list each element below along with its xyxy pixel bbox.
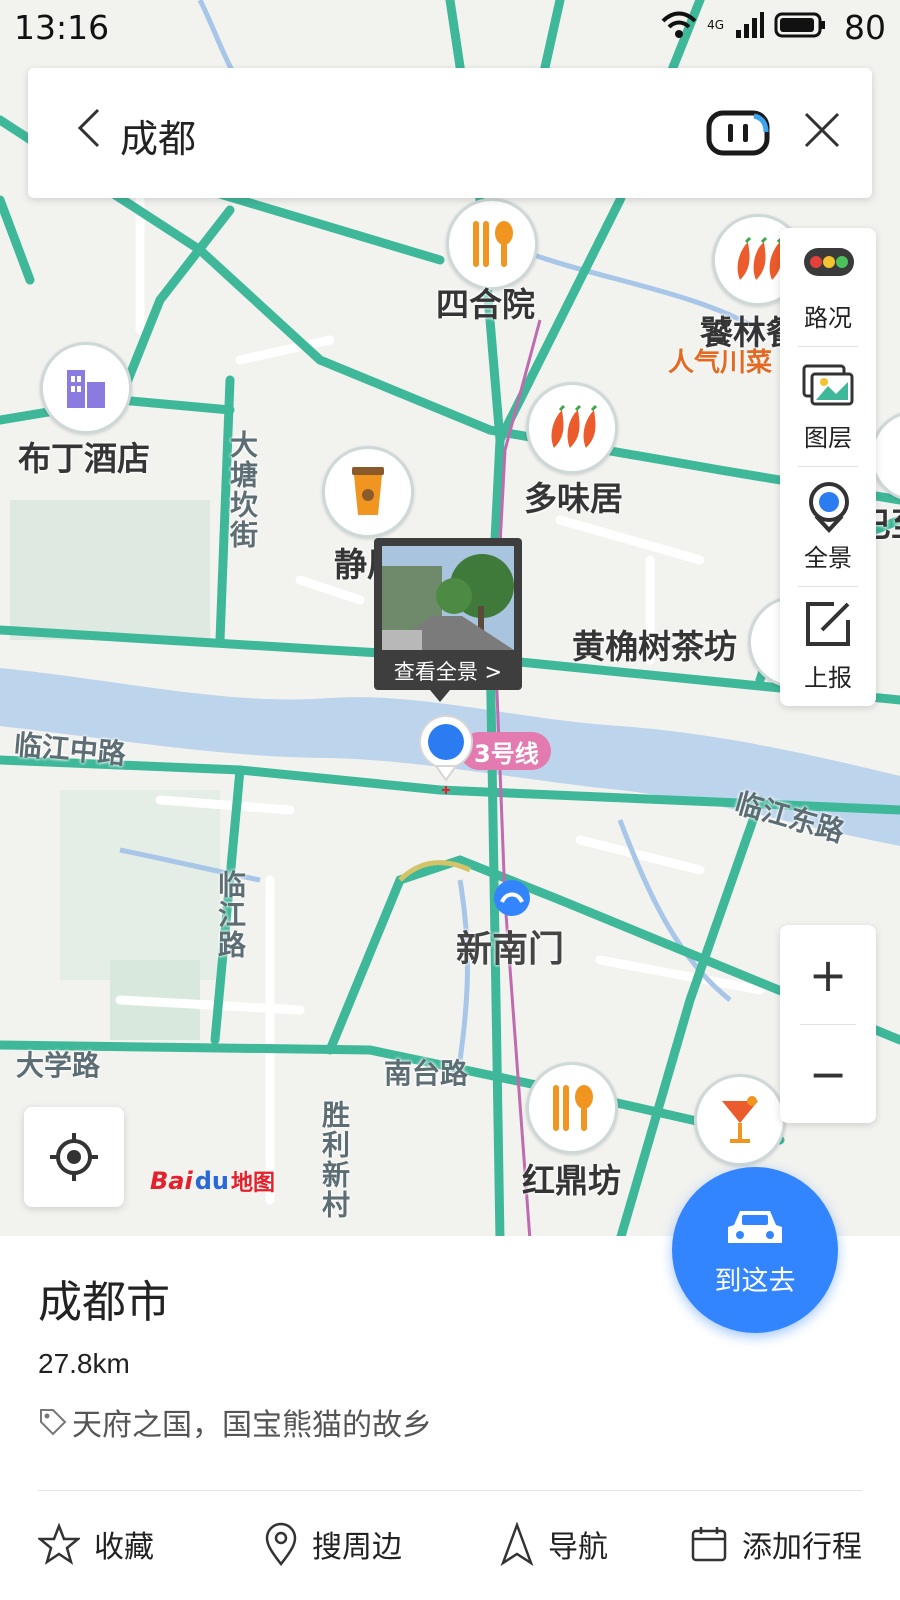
panorama-icon: [809, 482, 849, 533]
navigate-button[interactable]: 导航: [500, 1504, 608, 1584]
report-tool[interactable]: 上报: [780, 588, 876, 706]
panorama-caption: 查看全景 >: [393, 660, 503, 684]
traffic-icon: [804, 248, 854, 276]
place-tag-row: 天府之国，国宝熊猫的故乡: [38, 1400, 432, 1444]
add-itinerary-button[interactable]: 添加行程: [690, 1504, 862, 1584]
place-distance: 27.8km: [38, 1348, 130, 1379]
crosshair-icon: [50, 1133, 98, 1181]
coffee-icon: [322, 446, 414, 538]
search-nearby-button[interactable]: 搜周边: [264, 1504, 402, 1584]
sichuan-food-icon: [526, 382, 618, 474]
panorama-tool[interactable]: 全景: [780, 468, 876, 586]
poi-name: 四合院: [436, 285, 535, 324]
road-label: 南台路: [384, 1057, 469, 1090]
layers-tool[interactable]: 图层: [780, 348, 876, 466]
tool-label: 路况: [804, 304, 852, 332]
action-label: 收藏: [94, 1530, 154, 1565]
cocktail-icon: [694, 1074, 786, 1166]
navigation-icon: [500, 1522, 534, 1566]
go-here-label: 到这去: [714, 1266, 796, 1297]
road-label: 大塘坎街: [226, 430, 259, 550]
tag-icon: [40, 1409, 67, 1436]
road-label: 胜利新村: [318, 1100, 351, 1220]
battery-icon: [774, 12, 825, 38]
locate-me-button[interactable]: [24, 1107, 124, 1207]
action-label: 导航: [548, 1530, 608, 1565]
road-label: 临江路: [214, 870, 247, 960]
tool-label: 上报: [804, 664, 852, 692]
location-pin-icon[interactable]: [418, 714, 474, 808]
zoom-out-button[interactable]: −: [780, 1024, 876, 1123]
signal-icon: [736, 12, 764, 38]
poi-subtitle: 人气川菜: [668, 348, 773, 378]
poi-name: 黄桷树茶坊: [572, 627, 737, 666]
poi-name: 多味居: [524, 479, 623, 518]
report-icon: [806, 602, 850, 646]
layers-icon: [802, 364, 854, 406]
map-tools: 路况 图层 全景 上报: [780, 228, 876, 706]
action-label: 搜周边: [312, 1530, 402, 1565]
poi-name: 红鼎坊: [522, 1161, 621, 1200]
panorama-thumbnail: [382, 546, 514, 650]
favorite-button[interactable]: 收藏: [38, 1504, 154, 1584]
tool-label: 全景: [804, 544, 852, 572]
minus-icon: −: [808, 1046, 848, 1101]
hotel-icon: [40, 342, 132, 434]
action-label: 添加行程: [742, 1530, 862, 1565]
back-icon[interactable]: [76, 106, 102, 150]
close-icon[interactable]: [802, 110, 842, 150]
area-label: 新南门: [456, 929, 565, 970]
place-name: 成都市: [38, 1277, 170, 1328]
traffic-tool[interactable]: 路况: [780, 228, 876, 346]
status-bar: 13:16 4G 80: [0, 0, 900, 56]
baidu-map-logo: Bai du 地图: [150, 1167, 275, 1196]
go-here-button[interactable]: 到这去: [672, 1167, 838, 1333]
restaurant-icon: [446, 198, 538, 290]
car-icon: [728, 1211, 782, 1243]
road-label: 大学路: [16, 1049, 101, 1082]
location-pin-icon: [265, 1522, 297, 1566]
search-bar: 成都: [28, 68, 872, 198]
status-time: 13:16: [14, 8, 110, 47]
restaurant-icon: [526, 1062, 618, 1154]
battery-level: 80: [844, 8, 886, 47]
place-tagline: 天府之国，国宝熊猫的故乡: [72, 1408, 432, 1443]
star-icon: [38, 1523, 80, 1565]
tool-label: 图层: [804, 424, 852, 452]
search-query[interactable]: 成都: [120, 108, 196, 163]
poi-name: 布丁酒店: [18, 439, 150, 478]
plus-icon: +: [808, 947, 848, 1002]
zoom-in-button[interactable]: +: [780, 925, 876, 1024]
voice-assistant-icon[interactable]: [706, 110, 770, 156]
network-type: 4G: [707, 18, 724, 32]
action-bar: 收藏 搜周边 导航 添加行程: [0, 1504, 900, 1584]
calendar-icon: [691, 1527, 727, 1562]
zoom-controls: + −: [780, 925, 876, 1123]
panorama-preview[interactable]: 查看全景 >: [374, 538, 522, 702]
subway-station-icon[interactable]: [494, 880, 530, 916]
wifi-icon: [661, 11, 697, 38]
